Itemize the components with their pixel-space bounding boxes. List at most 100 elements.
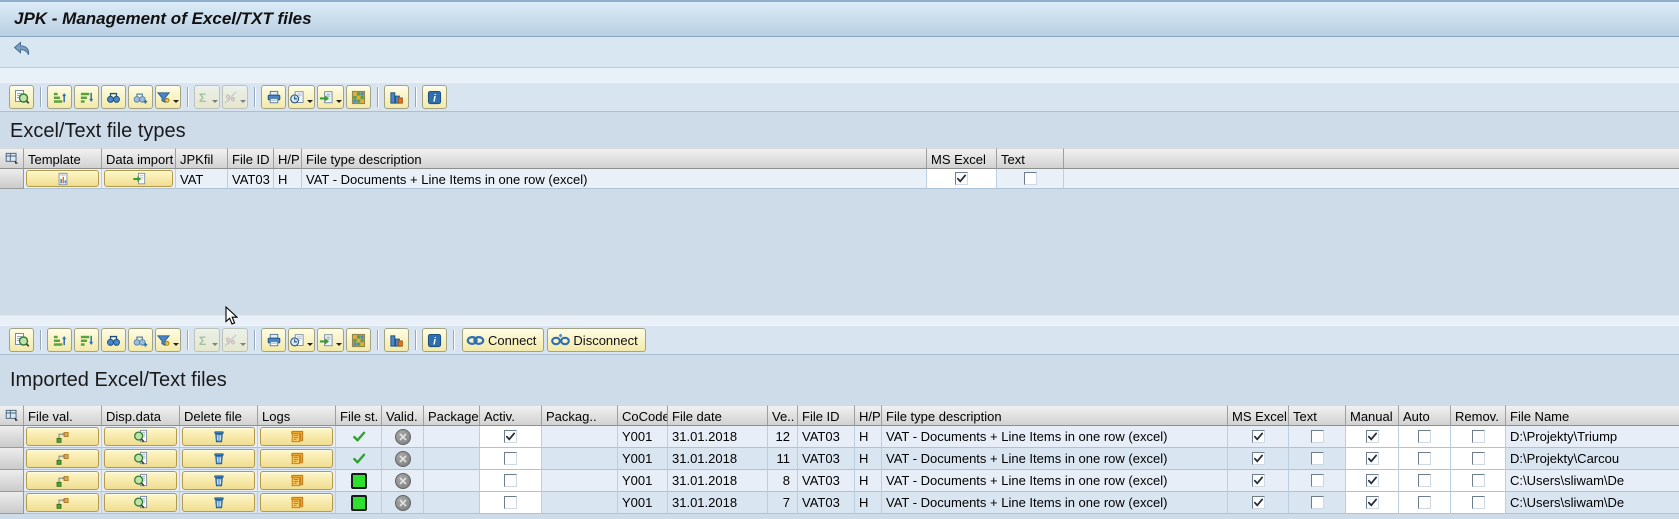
export-button[interactable] [317, 328, 344, 352]
column-header-file-val[interactable]: File val. [24, 405, 102, 426]
ms-excel-checkbox[interactable] [1252, 430, 1265, 443]
column-header-valid[interactable]: Valid. [382, 405, 424, 426]
detail-button[interactable] [9, 328, 34, 352]
auto-checkbox[interactable] [1418, 430, 1431, 443]
manual-checkbox[interactable] [1366, 430, 1379, 443]
info-button[interactable]: i [422, 328, 447, 352]
chart-button[interactable] [384, 328, 409, 352]
column-header-jpkfil[interactable]: JPKfil [176, 148, 228, 169]
disp-data-button[interactable] [104, 493, 177, 512]
filter-button[interactable] [155, 85, 181, 109]
views-button[interactable] [288, 328, 315, 352]
column-header-descr[interactable]: File type description [302, 148, 927, 169]
column-header-version[interactable]: Ve.. [768, 405, 798, 426]
detail-button[interactable] [9, 85, 34, 109]
column-header-disp-data[interactable]: Disp.data [102, 405, 180, 426]
column-header-file-st[interactable]: File st. [336, 405, 382, 426]
sort-ascending-button[interactable] [47, 85, 72, 109]
column-header-data-import[interactable]: Data import [102, 148, 176, 169]
file-val-button[interactable] [26, 449, 99, 468]
logs-button[interactable] [260, 427, 333, 446]
print-button[interactable] [261, 85, 286, 109]
dropdown-arrow-icon[interactable] [172, 87, 180, 107]
export-button[interactable] [317, 85, 344, 109]
dropdown-arrow-icon[interactable] [335, 330, 343, 350]
logs-button[interactable] [260, 493, 333, 512]
column-header-activ[interactable]: Activ. [480, 405, 542, 426]
column-header-packag2[interactable]: Packag.. [542, 405, 618, 426]
find-button[interactable] [101, 328, 126, 352]
layout-grid-button[interactable] [346, 85, 371, 109]
column-header-package[interactable]: Package [424, 405, 480, 426]
column-header-file-name[interactable]: File Name [1506, 405, 1679, 426]
auto-checkbox[interactable] [1418, 452, 1431, 465]
column-header-delete-file[interactable]: Delete file [180, 405, 258, 426]
auto-checkbox[interactable] [1418, 496, 1431, 509]
activ-checkbox[interactable] [504, 474, 517, 487]
column-header-file-id[interactable]: File ID [228, 148, 274, 169]
activ-checkbox[interactable] [504, 452, 517, 465]
remov-checkbox[interactable] [1472, 474, 1485, 487]
subtotal-button[interactable]: % [222, 85, 248, 109]
dropdown-arrow-icon[interactable] [239, 330, 247, 350]
select-all-button[interactable] [0, 148, 24, 169]
remov-checkbox[interactable] [1472, 430, 1485, 443]
auto-checkbox[interactable] [1418, 474, 1431, 487]
find-next-button[interactable] [128, 328, 153, 352]
print-button[interactable] [261, 328, 286, 352]
logs-button[interactable] [260, 449, 333, 468]
views-button[interactable] [288, 85, 315, 109]
row-select-button[interactable] [0, 426, 24, 448]
dropdown-arrow-icon[interactable] [211, 330, 219, 350]
row-select-button[interactable] [0, 470, 24, 492]
text-checkbox[interactable] [1311, 496, 1324, 509]
file-val-button[interactable] [26, 471, 99, 490]
column-header-ms-excel[interactable]: MS Excel [927, 148, 997, 169]
sum-button[interactable]: Σ [194, 85, 220, 109]
delete-file-button[interactable] [182, 427, 255, 446]
row-select-button[interactable] [0, 169, 24, 189]
column-header-remov[interactable]: Remov. [1451, 405, 1506, 426]
row-select-button[interactable] [0, 448, 24, 470]
remov-checkbox[interactable] [1472, 452, 1485, 465]
find-next-button[interactable] [128, 85, 153, 109]
ms-excel-checkbox[interactable] [1252, 496, 1265, 509]
disp-data-button[interactable] [104, 471, 177, 490]
activ-checkbox[interactable] [504, 430, 517, 443]
dropdown-arrow-icon[interactable] [211, 87, 219, 107]
row-select-button[interactable] [0, 492, 24, 514]
ms-excel-checkbox[interactable] [955, 172, 968, 185]
remov-checkbox[interactable] [1472, 496, 1485, 509]
column-header-auto[interactable]: Auto [1399, 405, 1451, 426]
column-header-manual[interactable]: Manual [1346, 405, 1399, 426]
text-checkbox[interactable] [1311, 474, 1324, 487]
dropdown-arrow-icon[interactable] [172, 330, 180, 350]
sum-button[interactable]: Σ [194, 328, 220, 352]
template-button[interactable] [26, 170, 99, 187]
column-header-text[interactable]: Text [997, 148, 1064, 169]
delete-file-button[interactable] [182, 471, 255, 490]
layout-grid-button[interactable] [346, 328, 371, 352]
disp-data-button[interactable] [104, 427, 177, 446]
file-val-button[interactable] [26, 427, 99, 446]
dropdown-arrow-icon[interactable] [335, 87, 343, 107]
dropdown-arrow-icon[interactable] [306, 330, 314, 350]
delete-file-button[interactable] [182, 493, 255, 512]
column-header-hp[interactable]: H/P [855, 405, 882, 426]
column-header-template[interactable]: Template [24, 148, 102, 169]
delete-file-button[interactable] [182, 449, 255, 468]
column-header-file-id[interactable]: File ID [798, 405, 855, 426]
column-header-cocode[interactable]: CoCode [618, 405, 668, 426]
activ-checkbox[interactable] [504, 496, 517, 509]
column-header-file-date[interactable]: File date [668, 405, 768, 426]
select-all-button[interactable] [0, 405, 24, 426]
column-header-logs[interactable]: Logs [258, 405, 336, 426]
sort-descending-button[interactable] [74, 85, 99, 109]
column-header-ms-excel[interactable]: MS Excel [1228, 405, 1289, 426]
logs-button[interactable] [260, 471, 333, 490]
column-header-descr[interactable]: File type description [882, 405, 1228, 426]
sort-ascending-button[interactable] [47, 328, 72, 352]
text-checkbox[interactable] [1024, 172, 1037, 185]
disp-data-button[interactable] [104, 449, 177, 468]
connect-button[interactable]: Connect [462, 328, 544, 352]
